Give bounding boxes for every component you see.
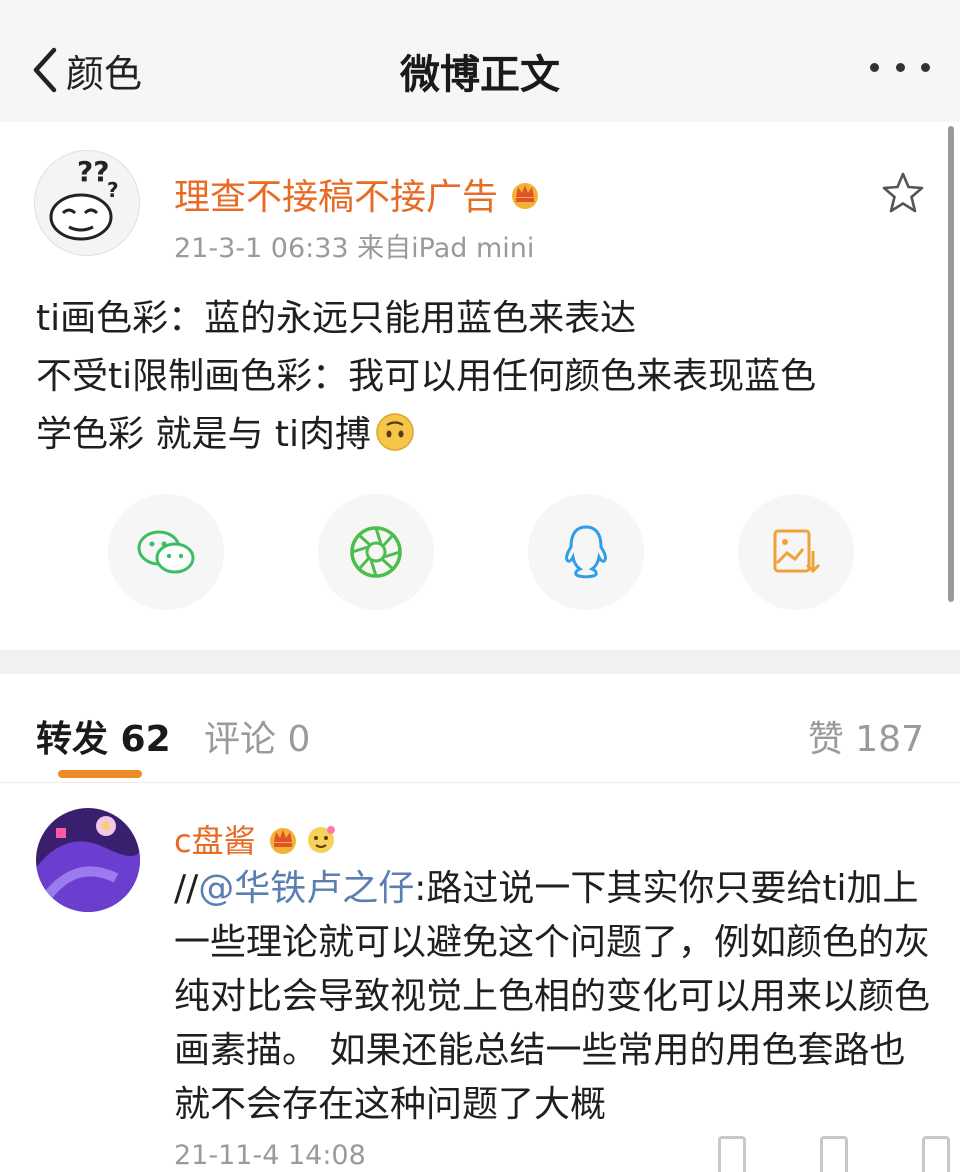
post-line-2: 不受ti限制画色彩：我可以用任何颜色来表现蓝色 bbox=[36, 356, 817, 397]
svg-text:??: ?? bbox=[77, 155, 109, 188]
commenter-name-row[interactable]: c盘酱 bbox=[174, 816, 338, 862]
share-moments-button[interactable] bbox=[318, 494, 434, 610]
vip-crown-icon bbox=[512, 183, 539, 209]
author-avatar[interactable]: ?? ? bbox=[34, 150, 140, 256]
svg-text:?: ? bbox=[107, 178, 119, 202]
section-divider bbox=[0, 650, 960, 674]
post-line-1: ti画色彩：蓝的永远只能用蓝色来表达 bbox=[36, 298, 637, 339]
post-meta: 21-3-1 06:33 来自iPad mini bbox=[174, 233, 535, 264]
save-image-button[interactable] bbox=[738, 494, 854, 610]
tab-reposts[interactable]: 转发 62 bbox=[36, 710, 171, 762]
more-dots-icon[interactable] bbox=[870, 52, 930, 82]
qq-icon bbox=[565, 525, 607, 579]
active-tab-indicator bbox=[58, 770, 142, 778]
upside-down-face-icon bbox=[376, 413, 414, 451]
comment-actions bbox=[718, 1136, 950, 1172]
like-icon[interactable] bbox=[922, 1136, 950, 1172]
vip-crown-icon bbox=[269, 828, 296, 854]
mention-link[interactable]: @华铁卢之仔 bbox=[198, 868, 414, 909]
post-content: ti画色彩：蓝的永远只能用蓝色来表达 不受ti限制画色彩：我可以用任何颜色来表现… bbox=[36, 290, 926, 464]
page-title: 微博正文 bbox=[400, 52, 560, 98]
commenter-name: c盘酱 bbox=[174, 822, 256, 860]
scrollbar[interactable] bbox=[948, 126, 954, 602]
tab-likes[interactable]: 赞 187 bbox=[808, 710, 924, 762]
share-qq-button[interactable] bbox=[528, 494, 644, 610]
moments-aperture-icon bbox=[350, 526, 402, 578]
top-nav-bar: 颜色 微博正文 bbox=[0, 0, 960, 123]
wechat-icon bbox=[137, 530, 195, 574]
fan-badge-icon bbox=[307, 826, 335, 853]
comment-prefix: // bbox=[174, 868, 199, 909]
post-line-3: 学色彩 就是与 ti肉搏 bbox=[36, 406, 926, 464]
star-outline-icon[interactable] bbox=[880, 170, 926, 216]
comment-text: //@华铁卢之仔:路过说一下其实你只要给ti加上一些理论就可以避免这个问题了，例… bbox=[174, 862, 934, 1132]
tab-comments[interactable]: 评论 0 bbox=[204, 710, 310, 762]
interaction-tabs: 转发 62 评论 0 赞 187 bbox=[0, 674, 960, 783]
save-image-icon bbox=[773, 529, 821, 574]
share-wechat-button[interactable] bbox=[108, 494, 224, 610]
comment-icon[interactable] bbox=[820, 1136, 848, 1172]
comment-time: 21-11-4 14:08 bbox=[174, 1140, 366, 1171]
post-author[interactable]: 理查不接稿不接广告 bbox=[174, 168, 542, 220]
author-name: 理查不接稿不接广告 bbox=[174, 177, 499, 218]
repost-icon[interactable] bbox=[718, 1136, 746, 1172]
post-line-3-text: 学色彩 就是与 ti肉搏 bbox=[36, 414, 372, 455]
commenter-avatar[interactable] bbox=[36, 808, 140, 912]
